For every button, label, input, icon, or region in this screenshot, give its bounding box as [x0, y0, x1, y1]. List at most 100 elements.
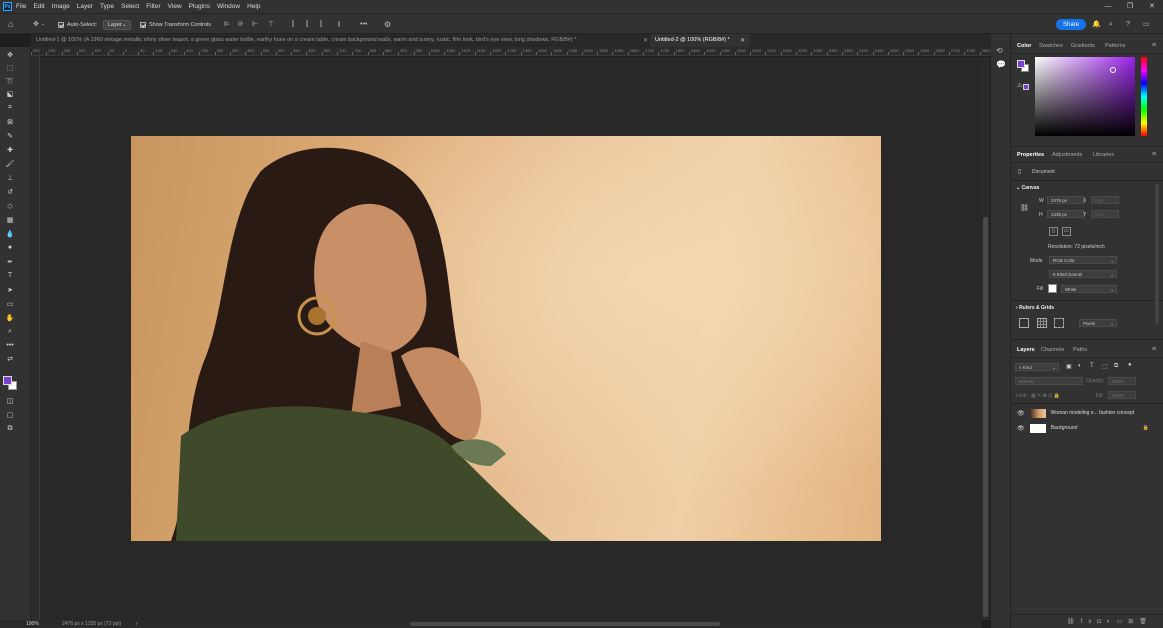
document-canvas[interactable]: [131, 136, 881, 541]
blur-tool-icon[interactable]: 💧: [4, 228, 16, 239]
menu-select[interactable]: Select: [121, 0, 139, 13]
layer-name[interactable]: Woman modeling e... fashion concept: [1051, 410, 1135, 416]
color-picker-handle[interactable]: [1110, 67, 1116, 73]
quick-mask-icon[interactable]: ◫: [4, 395, 16, 406]
tab-patterns[interactable]: Patterns: [1105, 43, 1125, 49]
color-fg-swatch[interactable]: [1017, 60, 1025, 68]
tab-untitled-1[interactable]: Untitled-1 @ 100% (A 1960 vintage metall…: [31, 34, 649, 47]
marquee-tool-icon[interactable]: ⬚: [4, 62, 16, 73]
help-icon[interactable]: ?: [1126, 19, 1130, 30]
x-field[interactable]: 0 px: [1091, 196, 1119, 204]
clone-stamp-icon[interactable]: ⊥: [4, 172, 16, 183]
layers-menu-icon[interactable]: ≡: [1152, 346, 1156, 353]
delete-layer-icon[interactable]: 🗑: [1139, 619, 1153, 625]
foreground-color-swatch[interactable]: [3, 376, 12, 385]
path-selection-icon[interactable]: ➤: [4, 284, 16, 295]
new-group-icon[interactable]: ▭: [1117, 619, 1129, 625]
tab-layers[interactable]: Layers: [1017, 347, 1035, 353]
blend-mode-dropdown[interactable]: Normal ⌄: [1015, 377, 1083, 385]
close-window-icon[interactable]: ✕: [1141, 0, 1163, 13]
edit-toolbar-icon[interactable]: •••: [4, 340, 16, 351]
move-tool-icon[interactable]: ✥ ⌄: [33, 19, 45, 30]
restore-icon[interactable]: ❐: [1119, 0, 1141, 13]
menu-plugins[interactable]: Plugins: [189, 0, 210, 13]
close-tab-icon[interactable]: ✕: [643, 37, 648, 44]
layer-name[interactable]: Background: [1051, 425, 1078, 431]
ruler-toggle-icon[interactable]: [1019, 318, 1029, 328]
vertical-scroll-thumb[interactable]: [983, 217, 988, 617]
zoom-level[interactable]: 100%: [26, 620, 39, 628]
web-color-icon[interactable]: [1023, 84, 1029, 90]
fill-dropdown[interactable]: White ⌄: [1061, 285, 1117, 293]
notifications-bell-icon[interactable]: 🔔: [1092, 19, 1101, 30]
tab-paths[interactable]: Paths: [1073, 347, 1087, 353]
pen-tool-icon[interactable]: ✒: [4, 256, 16, 267]
fill-opacity-field[interactable]: 100%: [1108, 391, 1136, 399]
color-picker-field[interactable]: [1035, 57, 1135, 136]
menu-file[interactable]: File: [16, 0, 26, 13]
guides-toggle-icon[interactable]: [1054, 318, 1064, 328]
home-icon[interactable]: ⌂: [8, 19, 13, 30]
tab-adjustments[interactable]: Adjustments: [1052, 152, 1082, 158]
auto-select-option[interactable]: Auto-Select:: [58, 19, 97, 30]
search-icon[interactable]: ⌕: [1109, 19, 1113, 30]
bit-depth-dropdown[interactable]: 8 Bits/Channel ⌄: [1049, 270, 1117, 278]
menu-layer[interactable]: Layer: [77, 0, 93, 13]
menu-type[interactable]: Type: [100, 0, 114, 13]
swap-colors-icon[interactable]: ⇄: [4, 353, 16, 364]
adjustment-layer-icon[interactable]: ◐: [1107, 619, 1117, 625]
horizontal-scrollbar[interactable]: [40, 620, 981, 628]
filter-type-icon[interactable]: T: [1090, 363, 1094, 369]
history-brush-icon[interactable]: ↺: [4, 186, 16, 197]
share-button[interactable]: Share: [1056, 19, 1087, 30]
filter-pixel-icon[interactable]: ▣: [1066, 363, 1072, 370]
dodge-tool-icon[interactable]: ●: [4, 242, 16, 253]
filter-adjustment-icon[interactable]: ◐: [1078, 363, 1082, 369]
link-layers-icon[interactable]: ⛓: [1067, 619, 1081, 625]
layer-style-icon[interactable]: fx: [1081, 619, 1098, 625]
layer-mask-icon[interactable]: ◘: [1097, 619, 1107, 625]
new-layer-icon[interactable]: ⊞: [1128, 619, 1139, 625]
show-transform-checkbox[interactable]: [140, 21, 146, 28]
layer-lock-icon[interactable]: 🔒: [1143, 425, 1149, 431]
status-arrow-icon[interactable]: ›: [136, 620, 138, 628]
fill-color-swatch[interactable]: [1048, 284, 1057, 293]
move-tool-icon[interactable]: ✥: [4, 49, 16, 60]
layer-row-background[interactable]: 👁 Background 🔒: [1011, 421, 1163, 435]
settings-gear-icon[interactable]: ⚙: [384, 19, 391, 30]
rulers-grids-header[interactable]: › Rulers & Grids: [1016, 305, 1054, 311]
opacity-field[interactable]: 100%: [1108, 377, 1136, 385]
height-field[interactable]: 1335 px: [1047, 210, 1085, 218]
zoom-tool-icon[interactable]: ⌕: [4, 326, 16, 337]
frame-tool-icon[interactable]: ⊠: [4, 116, 16, 127]
menu-view[interactable]: View: [168, 0, 182, 13]
vertical-scrollbar[interactable]: [981, 57, 990, 620]
workspace-icon[interactable]: ▭: [1143, 19, 1150, 30]
type-tool-icon[interactable]: T: [4, 270, 16, 281]
canvas-workspace[interactable]: [40, 57, 981, 620]
show-transform-option[interactable]: Show Transform Controls: [140, 19, 211, 30]
auto-select-checkbox[interactable]: [58, 21, 64, 28]
menu-image[interactable]: Image: [52, 0, 70, 13]
y-field[interactable]: 0 px: [1091, 210, 1119, 218]
tab-gradients[interactable]: Gradients: [1071, 43, 1095, 49]
link-dimensions-icon[interactable]: ⛓: [1020, 204, 1029, 212]
screen-mode-icon[interactable]: ▢: [4, 409, 16, 420]
minimize-icon[interactable]: —: [1097, 0, 1119, 13]
tab-libraries[interactable]: Libraries: [1093, 152, 1114, 158]
layer-filter-kind[interactable]: ⌕ Kind ⌄: [1015, 363, 1059, 371]
canvas-section-header[interactable]: ⌄ Canvas: [1016, 185, 1039, 191]
eraser-tool-icon[interactable]: ◇: [4, 200, 16, 211]
generative-icon[interactable]: ⧉: [4, 423, 16, 434]
panel-menu-icon[interactable]: ≡: [1152, 42, 1156, 49]
align-right-icon[interactable]: ⊩: [252, 19, 258, 30]
visibility-eye-icon[interactable]: 👁: [1017, 425, 1025, 432]
tab-channels[interactable]: Channels: [1041, 347, 1064, 353]
menu-filter[interactable]: Filter: [146, 0, 160, 13]
history-icon[interactable]: ⟲: [996, 46, 1003, 55]
lock-options-icon[interactable]: ▦ ✎ ✥ ⊡ 🔒: [1031, 393, 1060, 399]
crop-tool-icon[interactable]: ⌗: [4, 102, 16, 113]
filter-toggle-icon[interactable]: ●: [1128, 362, 1132, 368]
object-selection-icon[interactable]: ⬕: [4, 88, 16, 99]
comments-icon[interactable]: 💬: [996, 60, 1006, 69]
